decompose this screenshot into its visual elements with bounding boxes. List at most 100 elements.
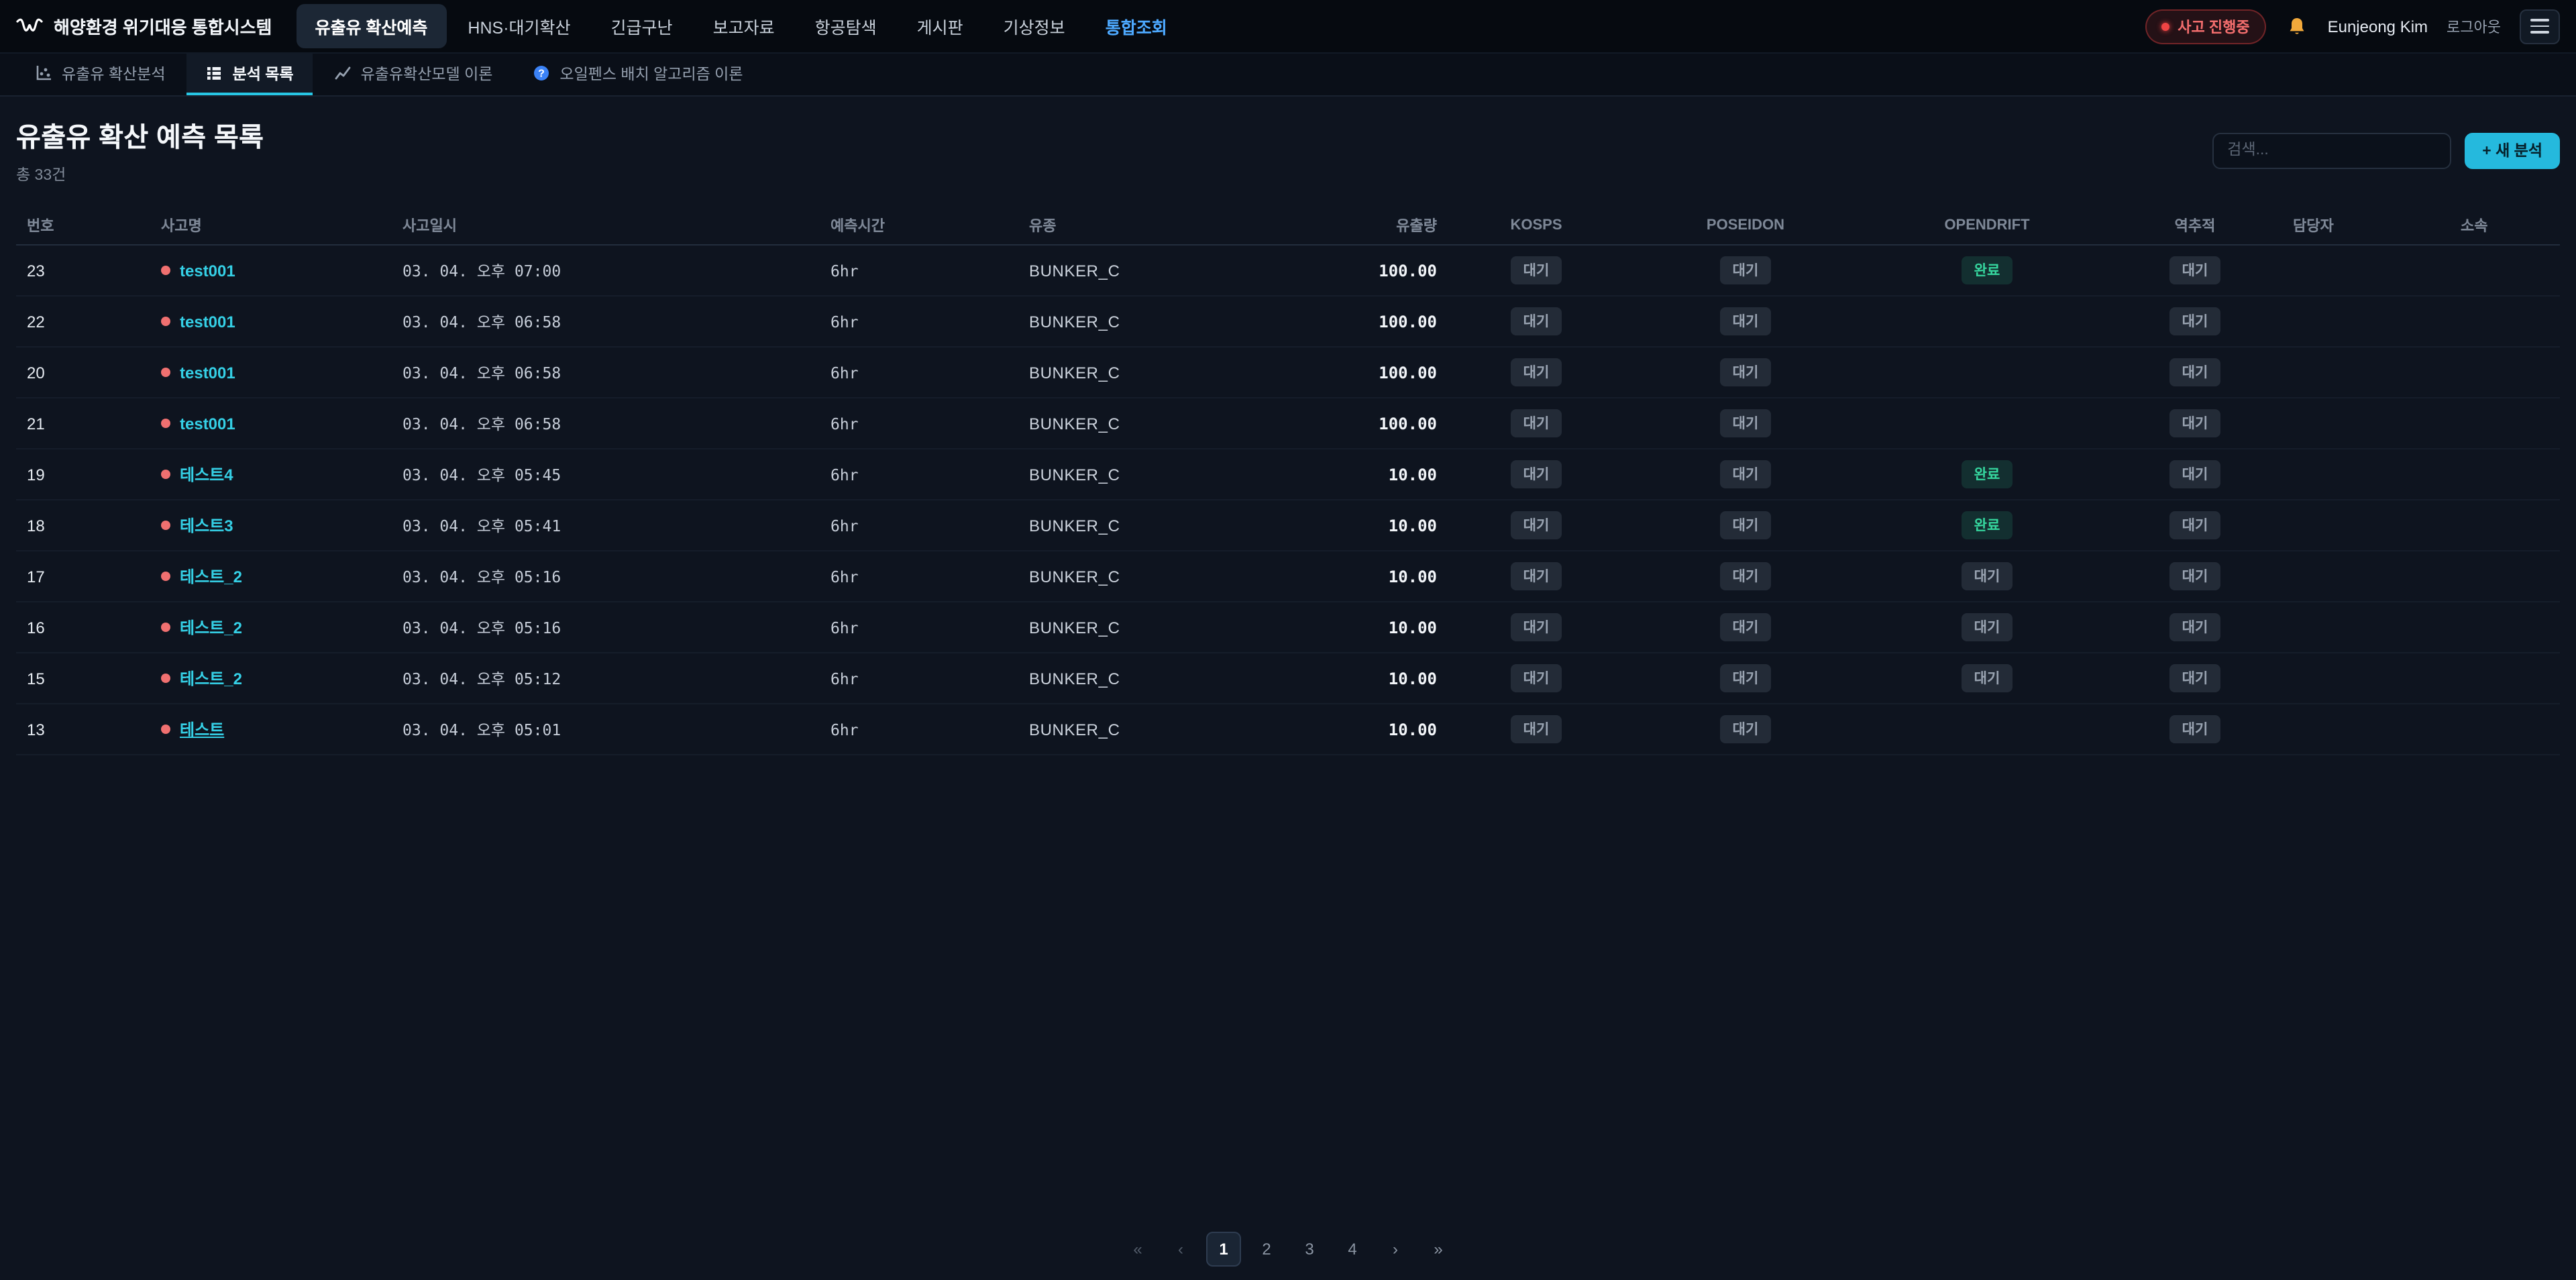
incident-name-link[interactable]: test001 [180,414,235,433]
status-badge: 대기 [1511,613,1562,641]
status-badge: 대기 [1511,307,1562,335]
tab-analysis-list[interactable]: 분석 목록 [187,54,313,95]
cell-org [2450,245,2560,296]
incident-name-link[interactable]: 테스트_2 [180,565,242,588]
cell-opendrift [1866,398,2108,449]
incident-name-link[interactable]: test001 [180,363,235,382]
nav-item-integrated-search[interactable]: 통합조회 [1087,4,1186,48]
main-nav: 유출유 확산예측 HNS·대기확산 긴급구난 보고자료 항공탐색 게시판 기상정… [296,4,1185,48]
nav-item-aerial-search[interactable]: 항공탐색 [796,4,896,48]
nav-item-weather[interactable]: 기상정보 [985,4,1084,48]
status-badge: 대기 [1511,409,1562,437]
status-badge: 대기 [1511,256,1562,284]
col-kosps: KOSPS [1448,207,1625,245]
status-badge: 대기 [1962,664,2012,692]
cell-duration: 6hr [820,653,1018,704]
cell-amount: 10.00 [1299,449,1448,500]
cell-manager [2282,602,2450,653]
cell-amount: 10.00 [1299,653,1448,704]
page-button-3[interactable]: 3 [1292,1232,1327,1267]
top-bar: 해양환경 위기대응 통합시스템 유출유 확산예측 HNS·대기확산 긴급구난 보… [0,0,2576,54]
nav-item-reports[interactable]: 보고자료 [694,4,794,48]
status-badge: 대기 [2170,307,2220,335]
cell-org [2450,398,2560,449]
cell-kosps: 대기 [1448,704,1625,755]
cell-poseidon: 대기 [1625,449,1866,500]
incident-dot-icon [161,368,170,377]
incident-name-link[interactable]: 테스트3 [180,514,233,537]
cell-oil-type: BUNKER_C [1018,449,1299,500]
cell-amount: 100.00 [1299,398,1448,449]
incident-name-link[interactable]: test001 [180,261,235,280]
page-button-4[interactable]: 4 [1335,1232,1370,1267]
col-incident-datetime: 사고일시 [392,207,820,245]
cell-datetime: 03. 04. 오후 06:58 [392,347,820,398]
cell-no: 23 [16,245,150,296]
nav-item-board[interactable]: 게시판 [898,4,982,48]
cell-opendrift: 완료 [1866,245,2108,296]
cell-oil-type: BUNKER_C [1018,602,1299,653]
notification-bell-icon[interactable] [2285,14,2309,38]
page-button-1[interactable]: 1 [1206,1232,1241,1267]
page-first-button[interactable]: « [1120,1232,1155,1267]
cell-backtrack: 대기 [2108,500,2282,551]
cell-manager [2282,398,2450,449]
nav-item-hns-diffusion[interactable]: HNS·대기확산 [449,4,589,48]
cell-opendrift [1866,296,2108,347]
incident-in-progress-badge[interactable]: 사고 진행중 [2145,9,2265,44]
user-name: Eunjeong Kim [2328,17,2428,36]
status-badge: 대기 [1721,256,1771,284]
status-badge: 대기 [1721,460,1771,488]
col-oil-type: 유종 [1018,207,1299,245]
col-backtrack: 역추적 [2108,207,2282,245]
incident-dot-icon [161,419,170,428]
status-badge: 대기 [1511,460,1562,488]
incident-dot-icon [161,521,170,530]
incident-dot-icon [161,623,170,632]
nav-item-emergency-rescue[interactable]: 긴급구난 [592,4,692,48]
page-prev-button[interactable]: ‹ [1163,1232,1198,1267]
search-input[interactable] [2212,132,2451,168]
tab-model-theory[interactable]: 유출유확산모델 이론 [315,54,512,95]
cell-no: 18 [16,500,150,551]
cell-duration: 6hr [820,296,1018,347]
app-logo[interactable]: 해양환경 위기대응 통합시스템 [16,13,272,39]
page-next-button[interactable]: › [1378,1232,1413,1267]
hamburger-menu-icon[interactable] [2520,9,2560,44]
cell-no: 16 [16,602,150,653]
incident-name-link[interactable]: 테스트_2 [180,616,242,639]
cell-incident-name: test001 [150,245,392,296]
page-last-button[interactable]: » [1421,1232,1456,1267]
table-row: 13테스트03. 04. 오후 05:016hrBUNKER_C10.00대기대… [16,704,2560,755]
incident-name-link[interactable]: 테스트 [180,718,224,741]
page-button-2[interactable]: 2 [1249,1232,1284,1267]
cell-manager [2282,245,2450,296]
new-analysis-button[interactable]: + 새 분석 [2465,132,2560,168]
incident-name-link[interactable]: test001 [180,312,235,331]
total-count: 총 33건 [16,164,264,185]
cell-incident-name: 테스트_2 [150,551,392,602]
cell-poseidon: 대기 [1625,704,1866,755]
status-badge: 대기 [1721,715,1771,743]
cell-kosps: 대기 [1448,347,1625,398]
cell-org [2450,653,2560,704]
svg-text:?: ? [539,68,545,80]
nav-item-oil-spill-prediction[interactable]: 유출유 확산예측 [296,4,446,48]
cell-datetime: 03. 04. 오후 05:12 [392,653,820,704]
page-head: 유출유 확산 예측 목록 총 33건 + 새 분석 [16,115,2560,185]
cell-no: 15 [16,653,150,704]
cell-oil-type: BUNKER_C [1018,653,1299,704]
cell-incident-name: test001 [150,398,392,449]
tab-spread-analysis[interactable]: 유출유 확산분석 [16,54,184,95]
tab-label: 유출유 확산분석 [62,62,166,84]
incident-name-link[interactable]: 테스트_2 [180,667,242,690]
col-no: 번호 [16,207,150,245]
incident-dot-icon [161,266,170,275]
cell-oil-type: BUNKER_C [1018,398,1299,449]
logout-button[interactable]: 로그아웃 [2447,15,2501,37]
incident-name-link[interactable]: 테스트4 [180,463,233,486]
tab-oilfence-algorithm-theory[interactable]: ? 오일펜스 배치 알고리즘 이론 [514,54,761,95]
cell-datetime: 03. 04. 오후 06:58 [392,296,820,347]
info-icon: ? [533,64,550,82]
line-chart-icon [334,64,352,82]
